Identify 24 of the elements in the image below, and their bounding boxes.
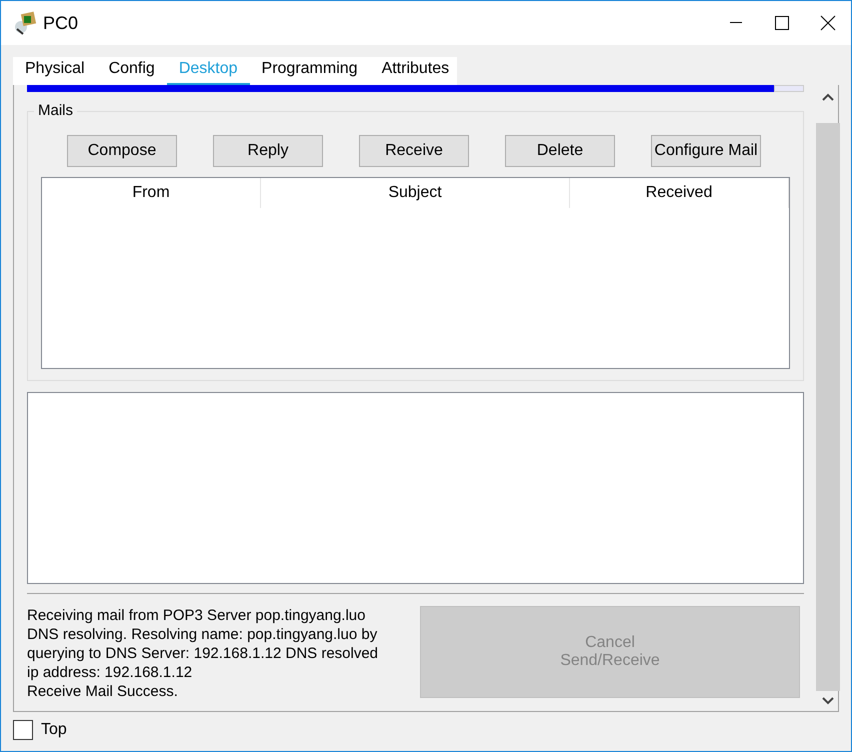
bar-handle[interactable] xyxy=(774,85,804,92)
column-header[interactable]: From xyxy=(42,178,261,208)
scrollbar-thumb[interactable] xyxy=(816,123,840,691)
close-icon[interactable] xyxy=(820,15,836,31)
mail-button[interactable]: Compose xyxy=(67,135,177,167)
tab[interactable]: Attributes xyxy=(370,60,462,87)
mail-button[interactable]: Receive xyxy=(359,135,469,167)
mail-button[interactable]: Configure Mail xyxy=(651,135,761,167)
computer-icon xyxy=(13,11,37,35)
tab[interactable]: Config xyxy=(96,60,167,87)
mail-button[interactable]: Delete xyxy=(505,135,615,167)
tab[interactable]: Programming xyxy=(250,60,370,87)
window-title: PC0 xyxy=(43,12,80,34)
checkbox[interactable] xyxy=(13,720,33,740)
status-log: Receiving mail from POP3 Server pop.tingyang.luo DNS resolving. Resolving name: pop.tingyang.luo by querying to DNS Server: 192.168.1.12 DNS resolved ip address: 192.168.1.12 Receive Mail Success. xyxy=(27,606,380,701)
tab[interactable]: Physical xyxy=(13,60,97,87)
minimize-icon[interactable] xyxy=(730,22,742,24)
mail-button[interactable]: Reply xyxy=(213,135,323,167)
column-header[interactable]: Subject xyxy=(261,178,570,208)
checkbox-label: Top xyxy=(41,721,67,739)
scroll-up-icon[interactable] xyxy=(822,93,834,101)
maximize-icon[interactable] xyxy=(775,16,789,30)
scroll-down-icon[interactable] xyxy=(822,697,834,705)
column-header[interactable]: Received xyxy=(570,178,789,208)
